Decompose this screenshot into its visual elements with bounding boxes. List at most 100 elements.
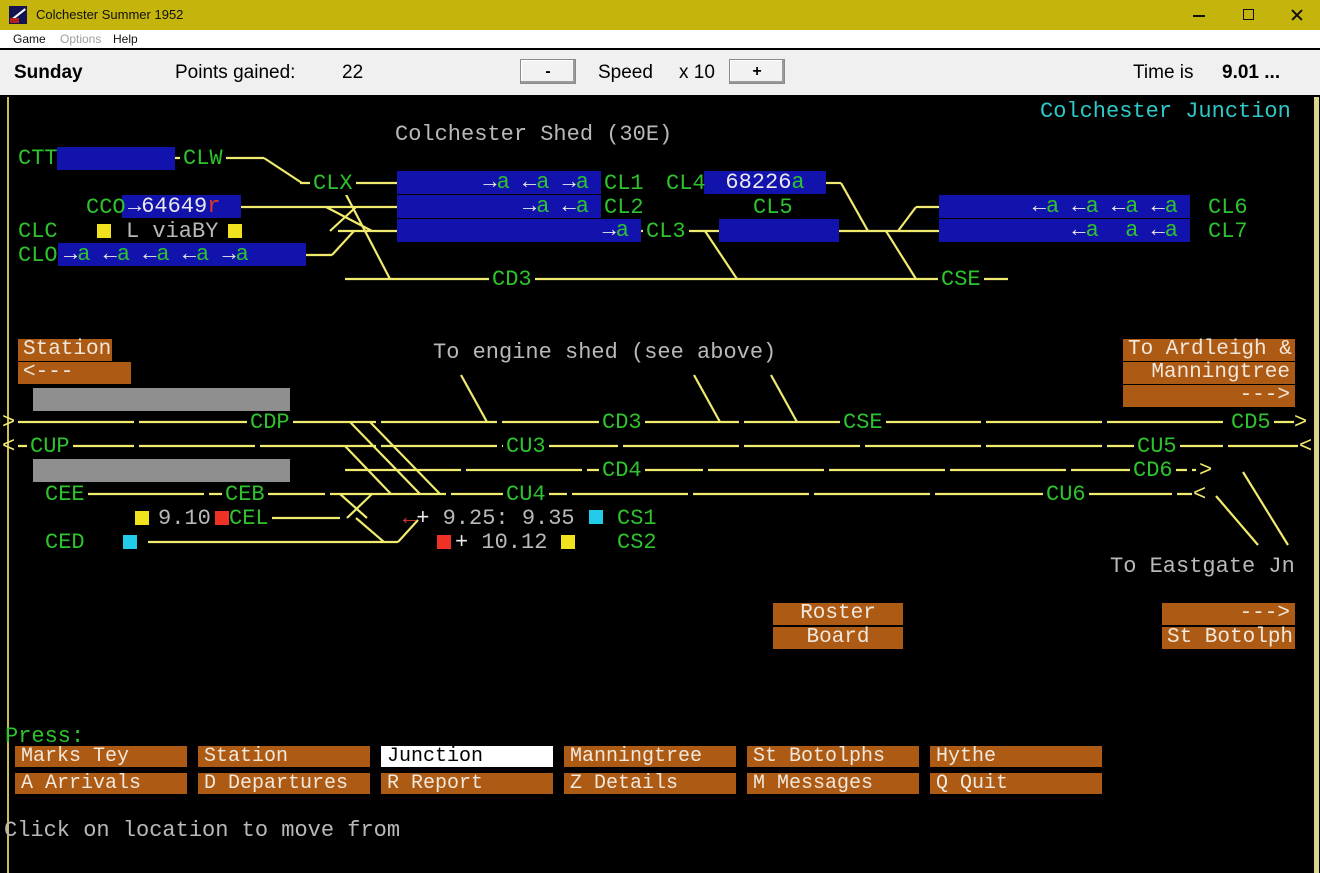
points-value: 22: [342, 62, 363, 84]
points-label: Points gained:: [175, 62, 295, 84]
label-cu3[interactable]: CU3: [503, 435, 549, 458]
label-ced[interactable]: CED: [45, 531, 85, 554]
label-cd3-shed[interactable]: CD3: [489, 268, 535, 291]
menu-game[interactable]: Game: [13, 30, 46, 48]
menu-help[interactable]: Help: [113, 30, 138, 48]
command-button-departures[interactable]: D Departures: [198, 773, 370, 794]
label-cu4[interactable]: CU4: [503, 483, 549, 506]
location-button-manningtree[interactable]: Manningtree: [564, 746, 736, 767]
roster-board-button-line1[interactable]: Roster: [773, 603, 903, 625]
label-clc[interactable]: CLC: [18, 220, 58, 243]
command-button-messages[interactable]: M Messages: [747, 773, 919, 794]
command-button-details[interactable]: Z Details: [564, 773, 736, 794]
label-cse[interactable]: CSE: [840, 411, 886, 434]
label-clo[interactable]: CLO: [18, 244, 58, 267]
berth-cl2[interactable]: →a ←a: [397, 195, 601, 218]
engine-shed-note: To engine shed (see above): [433, 341, 776, 364]
nav-ardleigh-line1[interactable]: To Ardleigh &: [1123, 339, 1295, 361]
eastgate-note: To Eastgate Jn: [1110, 555, 1295, 578]
time-label: Time is: [1133, 62, 1194, 84]
chevron-in-left: >: [2, 411, 15, 434]
label-ctt[interactable]: CTT: [18, 147, 58, 170]
berth-cl1[interactable]: →a ←a →a: [397, 171, 601, 194]
title-bar: Colchester Summer 1952: [0, 0, 1320, 30]
label-cd3[interactable]: CD3: [599, 411, 645, 434]
chevron-in-right: <: [1299, 435, 1312, 458]
command-button-quit[interactable]: Q Quit: [930, 773, 1102, 794]
signal-square-red[interactable]: [215, 511, 229, 525]
location-button-junction-active[interactable]: Junction: [381, 746, 553, 767]
berth-cco[interactable]: →64649r: [122, 195, 241, 218]
chevron-out-right: >: [1294, 411, 1307, 434]
signal-square-yellow[interactable]: [135, 511, 149, 525]
nav-ardleigh-arrow[interactable]: --->: [1123, 385, 1295, 407]
clc-note: L viaBY: [126, 220, 218, 243]
label-cd5[interactable]: CD5: [1228, 411, 1274, 434]
roster-board-button-line2[interactable]: Board: [773, 627, 903, 649]
nav-botolph-arrow[interactable]: --->: [1162, 603, 1295, 625]
label-cl5[interactable]: CL5: [753, 196, 793, 219]
nav-ardleigh-line2[interactable]: Manningtree: [1123, 362, 1295, 384]
label-cu6[interactable]: CU6: [1043, 483, 1089, 506]
speed-multiplier: x 10: [679, 62, 715, 84]
label-clw[interactable]: CLW: [180, 147, 226, 170]
signal-square-red[interactable]: [437, 535, 451, 549]
location-button-marks-tey[interactable]: Marks Tey: [15, 746, 187, 767]
command-button-report[interactable]: R Report: [381, 773, 553, 794]
label-cs1[interactable]: CS1: [617, 507, 657, 530]
nav-botolph-title[interactable]: St Botolph: [1162, 627, 1295, 649]
berth-cl5[interactable]: [719, 219, 839, 242]
label-cup[interactable]: CUP: [27, 435, 73, 458]
location-button-hythe[interactable]: Hythe: [930, 746, 1102, 767]
nav-station-title[interactable]: Station: [18, 339, 112, 361]
label-cl7[interactable]: CL7: [1208, 220, 1248, 243]
close-button[interactable]: [1274, 0, 1320, 30]
label-cdp[interactable]: CDP: [247, 411, 293, 434]
label-cs2[interactable]: CS2: [617, 531, 657, 554]
window-title: Colchester Summer 1952: [36, 7, 183, 22]
minimize-button[interactable]: [1176, 0, 1222, 30]
speed-decrease-button[interactable]: -: [520, 59, 576, 84]
label-cu5[interactable]: CU5: [1134, 435, 1180, 458]
berth-cl7[interactable]: ←a a ←a: [939, 219, 1190, 242]
maximize-button[interactable]: [1226, 0, 1272, 30]
location-button-st-botolphs[interactable]: St Botolphs: [747, 746, 919, 767]
berth-clo[interactable]: →a ←a ←a ←a →a: [58, 243, 306, 266]
berth-cl3[interactable]: →a: [397, 219, 641, 242]
label-cee[interactable]: CEE: [42, 483, 88, 506]
nav-station-arrow[interactable]: <---: [18, 362, 131, 384]
region-title: Colchester Junction: [1040, 100, 1291, 123]
label-ceb[interactable]: CEB: [222, 483, 268, 506]
label-cl6[interactable]: CL6: [1208, 196, 1248, 219]
label-cl1[interactable]: CL1: [604, 172, 644, 195]
label-clx[interactable]: CLX: [310, 172, 356, 195]
label-cse-shed[interactable]: CSE: [938, 268, 984, 291]
location-button-station[interactable]: Station: [198, 746, 370, 767]
signalling-diagram: Colchester Junction Colchester Shed (30E…: [0, 97, 1320, 873]
label-cel[interactable]: CEL: [226, 507, 272, 530]
label-cl4[interactable]: CL4: [666, 172, 706, 195]
label-cd6[interactable]: CD6: [1130, 459, 1176, 482]
chevron-cu6: <: [1193, 483, 1206, 506]
signal-square-cyan[interactable]: [589, 510, 603, 524]
signal-square-yellow[interactable]: [561, 535, 575, 549]
time-cs2: + 10.12: [455, 531, 547, 554]
label-cl2[interactable]: CL2: [604, 196, 644, 219]
speed-label: Speed: [598, 62, 653, 84]
hint-text: Click on location to move from: [4, 819, 400, 842]
label-cd4[interactable]: CD4: [599, 459, 645, 482]
command-button-arrivals[interactable]: A Arrivals: [15, 773, 187, 794]
berth-cl4[interactable]: 68226a: [704, 171, 826, 194]
status-bar: Sunday Points gained: 22 - Speed x 10 + …: [0, 48, 1320, 97]
label-cco[interactable]: CCO: [86, 196, 126, 219]
signal-square-yellow[interactable]: [97, 224, 111, 238]
signal-square-yellow[interactable]: [228, 224, 242, 238]
time-cs1: ←+ 9.25: 9.35: [403, 507, 575, 530]
chevron-out-left: <: [2, 435, 15, 458]
berth-cl6[interactable]: ←a ←a ←a ←a: [939, 195, 1190, 218]
speed-increase-button[interactable]: +: [729, 59, 785, 84]
label-cl3[interactable]: CL3: [643, 220, 689, 243]
menu-bar: Game Options Help: [0, 30, 1320, 48]
berth-ctt[interactable]: [57, 147, 175, 170]
signal-square-cyan[interactable]: [123, 535, 137, 549]
